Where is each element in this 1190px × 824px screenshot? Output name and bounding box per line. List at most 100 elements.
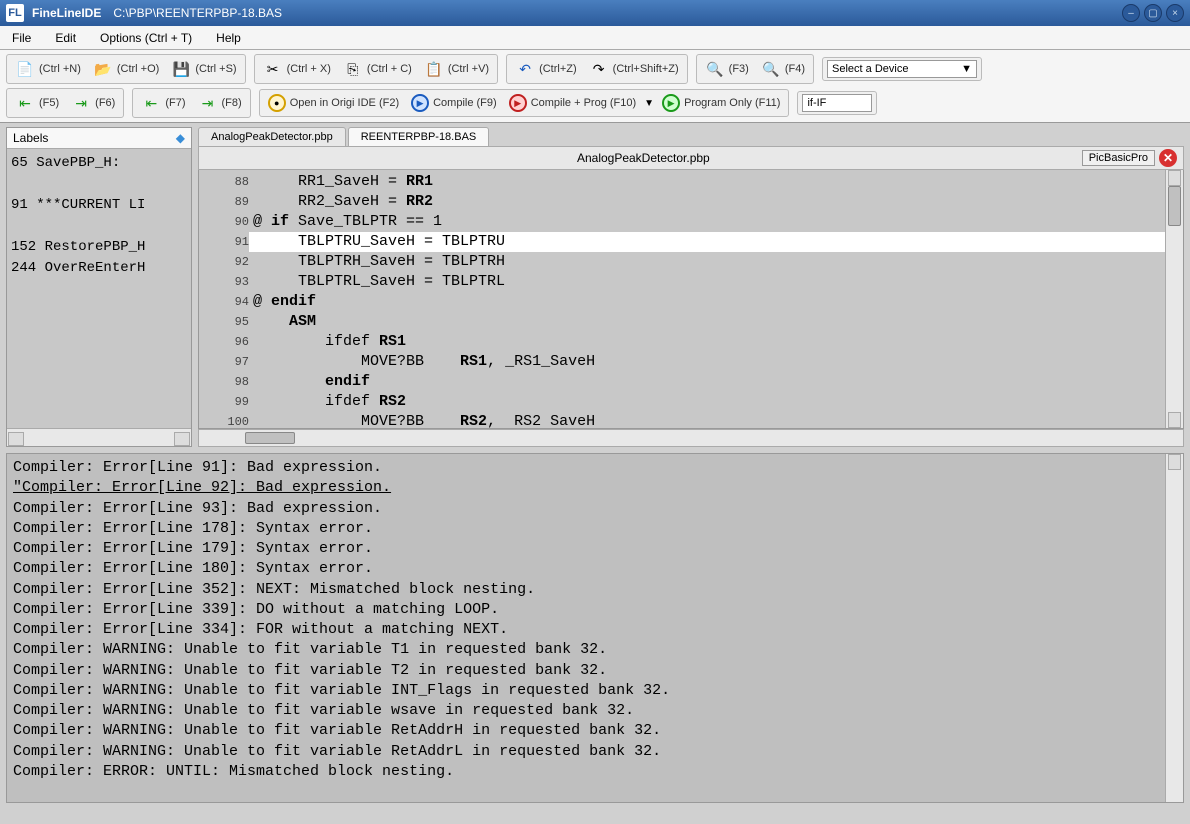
redo-icon: ↷ bbox=[589, 59, 609, 79]
editor-hscroll[interactable] bbox=[198, 429, 1184, 447]
output-panel[interactable]: Compiler: Error[Line 91]: Bad expression… bbox=[6, 453, 1184, 803]
outdent-icon: ⇤ bbox=[141, 93, 161, 113]
find-next-button[interactable]: 🔍 (F4) bbox=[757, 57, 809, 81]
code-editor[interactable]: 888990919293949596979899100 RR1_SaveH = … bbox=[198, 170, 1184, 429]
new-label: (Ctrl +N) bbox=[39, 63, 81, 75]
compile-prog-label: Compile + Prog (F10) bbox=[531, 97, 636, 109]
labels-header[interactable]: Labels ◆ bbox=[7, 128, 191, 149]
output-line: Compiler: Error[Line 180]: Syntax error. bbox=[13, 559, 1177, 579]
titlebar: FL FineLineIDE C:\PBP\REENTERPBP-18.BAS … bbox=[0, 0, 1190, 26]
tab-reenter[interactable]: REENTERPBP-18.BAS bbox=[348, 127, 490, 146]
editor-subheader: AnalogPeakDetector.pbp PicBasicPro ✕ bbox=[198, 146, 1184, 170]
main-area: Labels ◆ 65 SavePBP_H: 91 ***CURRENT LI … bbox=[0, 123, 1190, 451]
find-label: (F3) bbox=[729, 63, 749, 75]
code-line[interactable]: ifdef RS2 bbox=[249, 392, 1165, 412]
code-area[interactable]: RR1_SaveH = RR1 RR2_SaveH = RR2@ if Save… bbox=[249, 170, 1165, 428]
code-line[interactable]: @ if Save_TBLPTR == 1 bbox=[249, 212, 1165, 232]
output-line: Compiler: Error[Line 93]: Bad expression… bbox=[13, 499, 1177, 519]
language-selector[interactable]: PicBasicPro bbox=[1082, 150, 1155, 166]
menu-edit[interactable]: Edit bbox=[51, 29, 80, 47]
indent-icon: ⇤ bbox=[15, 93, 35, 113]
compile-prog-icon: ▶ bbox=[509, 94, 527, 112]
diamond-icon: ◆ bbox=[176, 131, 185, 145]
code-line[interactable]: RR1_SaveH = RR1 bbox=[249, 172, 1165, 192]
code-line[interactable]: endif bbox=[249, 372, 1165, 392]
undo-label: (Ctrl+Z) bbox=[539, 63, 577, 75]
output-line: Compiler: Error[Line 352]: NEXT: Mismatc… bbox=[13, 580, 1177, 600]
paste-button[interactable]: 📋 (Ctrl +V) bbox=[420, 57, 493, 81]
menu-options[interactable]: Options (Ctrl + T) bbox=[96, 29, 196, 47]
code-line[interactable]: TBLPTRL_SaveH = TBLPTRL bbox=[249, 272, 1165, 292]
compile-icon: ▶ bbox=[411, 94, 429, 112]
code-line[interactable]: TBLPTRU_SaveH = TBLPTRU bbox=[249, 232, 1165, 252]
labels-hscroll[interactable] bbox=[7, 428, 191, 446]
paste-icon: 📋 bbox=[424, 59, 444, 79]
open-orig-label: Open in Origi IDE (F2) bbox=[290, 97, 399, 109]
new-button[interactable]: 📄 (Ctrl +N) bbox=[11, 57, 85, 81]
tab-analog[interactable]: AnalogPeakDetector.pbp bbox=[198, 127, 346, 146]
output-line: Compiler: WARNING: Unable to fit variabl… bbox=[13, 742, 1177, 762]
device-select[interactable]: Select a Device ▼ bbox=[827, 60, 977, 78]
open-file-icon: 📂 bbox=[93, 59, 113, 79]
maximize-button[interactable]: ▢ bbox=[1144, 4, 1162, 22]
output-line: Compiler: Error[Line 91]: Bad expression… bbox=[13, 458, 1177, 478]
undo-button[interactable]: ↶ (Ctrl+Z) bbox=[511, 57, 581, 81]
menu-help[interactable]: Help bbox=[212, 29, 245, 47]
app-title: FineLineIDE bbox=[32, 6, 101, 20]
labels-item[interactable]: 65 SavePBP_H: bbox=[11, 153, 187, 174]
code-line[interactable]: @ endif bbox=[249, 292, 1165, 312]
close-tab-button[interactable]: ✕ bbox=[1159, 149, 1177, 167]
labels-item[interactable] bbox=[11, 216, 187, 237]
line-gutter: 888990919293949596979899100 bbox=[219, 170, 249, 428]
editor-vscroll[interactable] bbox=[1165, 170, 1183, 428]
labels-item[interactable]: 152 RestorePBP_H bbox=[11, 237, 187, 258]
toolbar-row-1: 📄 (Ctrl +N) 📂 (Ctrl +O) 💾 (Ctrl +S) ✂ (C… bbox=[6, 54, 1184, 84]
output-line: Compiler: Error[Line 179]: Syntax error. bbox=[13, 539, 1177, 559]
indent-left-button[interactable]: ⇤(F5) bbox=[11, 91, 63, 115]
output-line: Compiler: WARNING: Unable to fit variabl… bbox=[13, 701, 1177, 721]
device-select-label: Select a Device bbox=[832, 63, 908, 75]
indent-right-button[interactable]: ⇥(F6) bbox=[67, 91, 119, 115]
code-line[interactable]: ifdef RS1 bbox=[249, 332, 1165, 352]
if-input[interactable]: if-IF bbox=[802, 94, 872, 112]
labels-item[interactable]: 244 OverReEnterH bbox=[11, 258, 187, 279]
open-orig-ide-button[interactable]: ● Open in Origi IDE (F2) bbox=[264, 92, 403, 114]
labels-item[interactable] bbox=[11, 174, 187, 195]
open-orig-icon: ● bbox=[268, 94, 286, 112]
save-label: (Ctrl +S) bbox=[195, 63, 236, 75]
output-vscroll[interactable] bbox=[1165, 454, 1183, 802]
open-button[interactable]: 📂 (Ctrl +O) bbox=[89, 57, 163, 81]
code-line[interactable]: ASM bbox=[249, 312, 1165, 332]
redo-button[interactable]: ↷ (Ctrl+Shift+Z) bbox=[585, 57, 683, 81]
labels-item[interactable]: 91 ***CURRENT LI bbox=[11, 195, 187, 216]
output-line: Compiler: Error[Line 339]: DO without a … bbox=[13, 600, 1177, 620]
find-button[interactable]: 🔍 (F3) bbox=[701, 57, 753, 81]
toolbars: 📄 (Ctrl +N) 📂 (Ctrl +O) 💾 (Ctrl +S) ✂ (C… bbox=[0, 50, 1190, 123]
toolbar-row-2: ⇤(F5) ⇥(F6) ⇤ (F7) ⇥(F8) ● Open in Origi I… bbox=[6, 88, 1184, 118]
editor-panel: AnalogPeakDetector.pbp REENTERPBP-18.BAS… bbox=[198, 127, 1184, 447]
outdent-right-button[interactable]: ⇥(F8) bbox=[194, 91, 246, 115]
close-button[interactable]: × bbox=[1166, 4, 1184, 22]
code-line[interactable]: MOVE?BB RS1, _RS1_SaveH bbox=[249, 352, 1165, 372]
copy-icon: ⎘ bbox=[343, 59, 363, 79]
compile-prog-button[interactable]: ▶ Compile + Prog (F10) bbox=[505, 92, 640, 114]
cut-button[interactable]: ✂ (Ctrl + X) bbox=[259, 57, 335, 81]
f7-label: (F7) bbox=[165, 97, 185, 109]
program-only-button[interactable]: ▶Program Only (F11) bbox=[658, 92, 784, 114]
code-line[interactable]: MOVE?BB RS2, RS2 SaveH bbox=[249, 412, 1165, 429]
output-line: Compiler: WARNING: Unable to fit variabl… bbox=[13, 721, 1177, 741]
program-only-label: Program Only (F11) bbox=[684, 97, 780, 109]
outdent-button[interactable]: ⇤ (F7) bbox=[137, 91, 189, 115]
undo-icon: ↶ bbox=[515, 59, 535, 79]
code-line[interactable]: RR2_SaveH = RR2 bbox=[249, 192, 1165, 212]
chevron-down-icon[interactable]: ▼ bbox=[644, 98, 654, 109]
menu-file[interactable]: File bbox=[8, 29, 35, 47]
minimize-button[interactable]: – bbox=[1122, 4, 1140, 22]
copy-button[interactable]: ⎘ (Ctrl + C) bbox=[339, 57, 416, 81]
labels-list[interactable]: 65 SavePBP_H: 91 ***CURRENT LI 152 Resto… bbox=[7, 149, 191, 428]
labels-panel: Labels ◆ 65 SavePBP_H: 91 ***CURRENT LI … bbox=[6, 127, 192, 447]
editor-tabs: AnalogPeakDetector.pbp REENTERPBP-18.BAS bbox=[198, 127, 1184, 146]
compile-button[interactable]: ▶Compile (F9) bbox=[407, 92, 501, 114]
save-button[interactable]: 💾 (Ctrl +S) bbox=[167, 57, 240, 81]
code-line[interactable]: TBLPTRH_SaveH = TBLPTRH bbox=[249, 252, 1165, 272]
